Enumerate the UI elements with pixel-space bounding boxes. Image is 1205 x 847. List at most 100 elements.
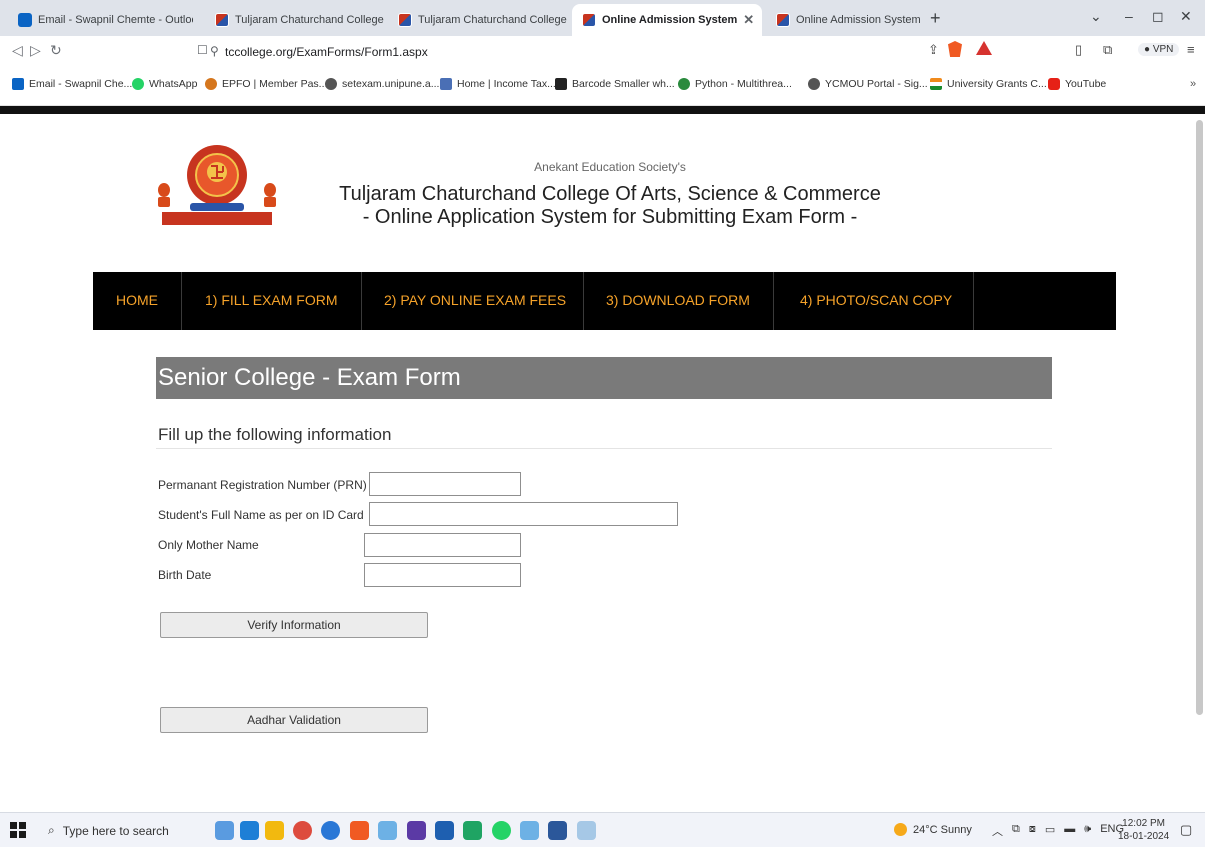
bookmark-item[interactable]: EPFO | Member Pas... — [205, 78, 327, 90]
bookmark-item[interactable]: YCMOU Portal - Sig... — [808, 78, 928, 90]
tab-college-2[interactable]: Tuljaram Chaturchand College | Arts, S — [388, 4, 568, 36]
site-info-icon[interactable]: ⚲ — [210, 44, 219, 58]
barcode-icon — [555, 78, 567, 90]
paint-icon[interactable] — [577, 821, 596, 840]
display-icon[interactable]: ▭ — [1045, 823, 1055, 839]
time: 12:02 PM — [1122, 818, 1165, 829]
forward-icon[interactable]: ▷ — [30, 42, 41, 59]
bookmark-item[interactable]: Home | Income Tax... — [440, 78, 556, 90]
outlook-icon — [18, 13, 32, 27]
close-icon[interactable]: ✕ — [743, 12, 754, 28]
tab-outlook[interactable]: Email - Swapnil Chemte - Outlook — [8, 4, 193, 36]
visual-studio-icon[interactable] — [407, 821, 426, 840]
bookmark-label: Barcode Smaller wh... — [572, 78, 675, 90]
nav-pay-online-fees[interactable]: 2) PAY ONLINE EXAM FEES — [384, 292, 566, 308]
bookmark-label: Python - Multithrea... — [695, 78, 792, 90]
nav-photo-scan-copy[interactable]: 4) PHOTO/SCAN COPY — [800, 292, 952, 308]
app-icon[interactable] — [435, 821, 454, 840]
new-tab-button[interactable]: + — [930, 8, 941, 29]
nav-separator — [181, 272, 182, 330]
college-icon — [215, 13, 229, 27]
browser-tab-strip: Email - Swapnil Chemte - Outlook Tuljara… — [0, 0, 1205, 36]
income-tax-icon — [440, 78, 452, 90]
pycharm-icon[interactable] — [463, 821, 482, 840]
edge-icon[interactable] — [321, 821, 340, 840]
vs-code-icon[interactable] — [378, 821, 397, 840]
python-icon — [678, 78, 690, 90]
back-icon[interactable]: ◁ — [12, 42, 23, 59]
reload-icon[interactable]: ↻ — [50, 42, 62, 59]
volume-icon[interactable]: 🕪 — [1084, 823, 1091, 839]
tab-label: Email - Swapnil Chemte - Outlook — [38, 14, 193, 26]
file-explorer-icon[interactable] — [265, 821, 284, 840]
globe-icon — [325, 78, 337, 90]
taskbar-clock[interactable]: 12:02 PM 18-01-2024 — [1118, 817, 1169, 843]
system-subtitle: - Online Application System for Submitti… — [362, 206, 858, 228]
bookmark-item[interactable]: University Grants C... — [930, 78, 1047, 90]
brave-rewards-icon[interactable] — [976, 41, 992, 55]
nav-home[interactable]: HOME — [116, 292, 158, 308]
mother-name-input[interactable] — [364, 533, 521, 557]
tray-app-icon[interactable]: ⧉ — [1012, 823, 1020, 839]
mother-name-label: Only Mother Name — [158, 538, 259, 552]
tab-label: Online Admission System — [796, 14, 921, 26]
bookmark-item[interactable]: setexam.unipune.a... — [325, 78, 439, 90]
bookmark-page-icon[interactable]: ☐ — [197, 43, 208, 57]
tab-college-1[interactable]: Tuljaram Chaturchand College | Arts, S — [205, 4, 385, 36]
tray-app-icon[interactable]: ⧇ — [1029, 823, 1036, 839]
bookmarks-overflow-button[interactable]: » — [1190, 78, 1196, 90]
windows-taskbar: ⌕ Type here to search 24°C Sunny ︿ ⧉ ⧇ ▭… — [0, 812, 1205, 847]
tab-search-chevron-icon[interactable]: ⌄ — [1090, 8, 1102, 25]
weather-widget[interactable]: 24°C Sunny — [894, 823, 972, 836]
network-icon[interactable]: ▬ — [1064, 823, 1075, 839]
bookmark-item[interactable]: Barcode Smaller wh... — [555, 78, 675, 90]
tab-online-admission[interactable]: Online Admission System — [766, 4, 926, 36]
sidebar-icon[interactable]: ▯ — [1075, 42, 1082, 58]
bookmark-item[interactable]: Python - Multithrea... — [678, 78, 792, 90]
nav-download-form[interactable]: 3) DOWNLOAD FORM — [606, 292, 750, 308]
divider — [156, 448, 1052, 449]
bookmark-label: EPFO | Member Pas... — [222, 78, 328, 90]
organization-name: Anekant Education Society's — [534, 160, 686, 174]
share-icon[interactable]: ⇪ — [928, 42, 939, 58]
brave-shield-icon[interactable] — [948, 41, 962, 57]
vpn-label: VPN — [1152, 44, 1174, 55]
address-bar[interactable]: tccollege.org/ExamForms/Form1.aspx — [225, 45, 428, 59]
bookmark-label: Home | Income Tax... — [457, 78, 556, 90]
bookmark-item[interactable]: WhatsApp — [132, 78, 197, 90]
birth-date-input[interactable] — [364, 563, 521, 587]
tab-online-admission-active[interactable]: Online Admission System ✕ — [572, 4, 762, 36]
bookmark-label: YouTube — [1065, 78, 1107, 90]
vs-code-icon[interactable] — [520, 821, 539, 840]
vpn-button[interactable]: ● VPN — [1138, 43, 1180, 56]
aadhar-validation-button[interactable]: Aadhar Validation — [160, 707, 428, 733]
menu-icon[interactable]: ≡ — [1187, 42, 1195, 57]
whatsapp-icon[interactable] — [492, 821, 511, 840]
word-icon[interactable] — [548, 821, 567, 840]
people-app-icon[interactable] — [215, 821, 234, 840]
bookmark-label: University Grants C... — [947, 78, 1047, 90]
bookmark-item[interactable]: Email - Swapnil Che... — [12, 78, 132, 90]
page-scrollbar[interactable] — [1196, 120, 1203, 715]
bookmark-label: YCMOU Portal - Sig... — [825, 78, 928, 90]
main-nav: HOME 1) FILL EXAM FORM 2) PAY ONLINE EXA… — [93, 272, 1116, 330]
verify-information-button[interactable]: Verify Information — [160, 612, 428, 638]
task-view-icon[interactable] — [240, 821, 259, 840]
nav-separator — [583, 272, 584, 330]
brave-icon[interactable] — [350, 821, 369, 840]
youtube-icon — [1048, 78, 1060, 90]
windows-start-button[interactable] — [10, 822, 26, 838]
bookmark-item[interactable]: YouTube — [1048, 78, 1106, 90]
chevron-up-icon[interactable]: ︿ — [992, 823, 1003, 839]
minimize-button[interactable]: – — [1125, 8, 1133, 24]
close-window-button[interactable]: ✕ — [1180, 8, 1192, 25]
taskbar-search[interactable]: ⌕ Type here to search — [42, 817, 190, 844]
college-logo — [158, 145, 276, 225]
nav-fill-exam-form[interactable]: 1) FILL EXAM FORM — [205, 292, 338, 308]
notification-icon[interactable]: ▢ — [1180, 822, 1192, 838]
chrome-icon[interactable] — [293, 821, 312, 840]
wallet-icon[interactable]: ⧉ — [1103, 42, 1112, 58]
maximize-button[interactable]: ◻ — [1152, 8, 1164, 25]
prn-input[interactable] — [369, 472, 521, 496]
full-name-input[interactable] — [369, 502, 678, 526]
